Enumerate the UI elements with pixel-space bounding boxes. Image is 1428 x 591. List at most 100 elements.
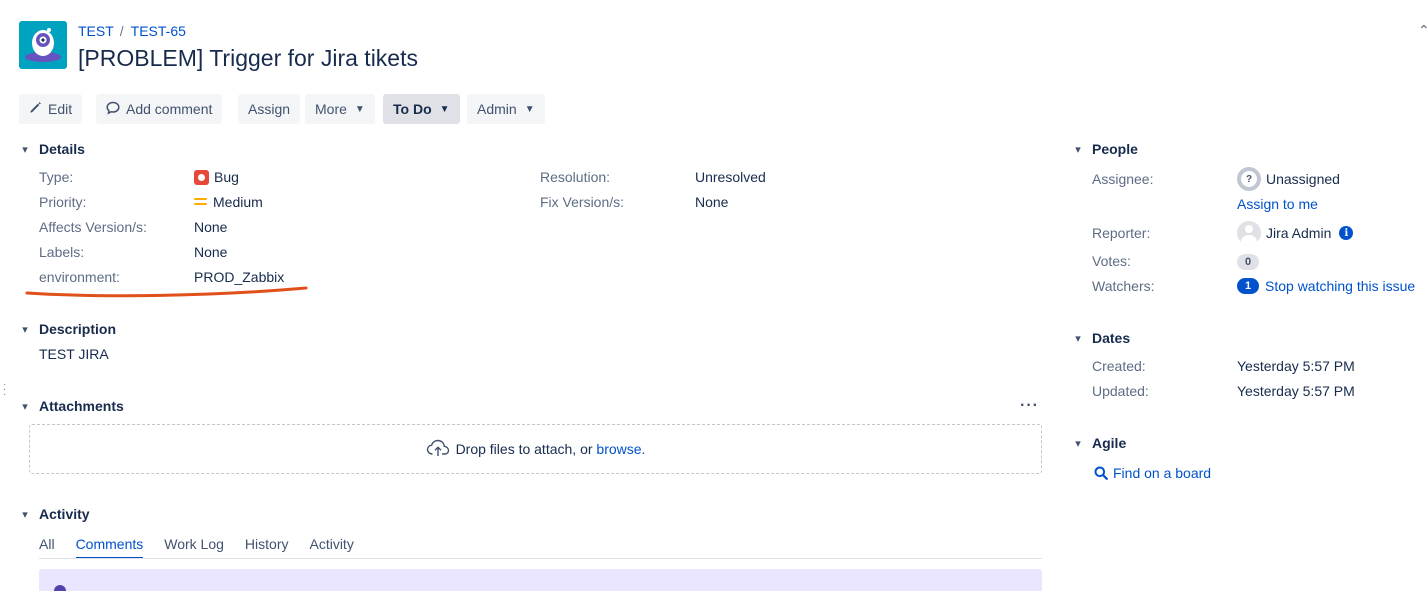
more-button[interactable]: More ▼ xyxy=(305,94,375,124)
updated-label: Updated: xyxy=(1092,383,1149,399)
chevron-down-icon: ▼ xyxy=(524,103,535,115)
affects-version-value: None xyxy=(194,219,228,235)
labels-label: Labels: xyxy=(39,244,85,260)
chevron-down-icon: ▼ xyxy=(439,103,450,115)
edit-button-label: Edit xyxy=(48,101,73,117)
tab-history[interactable]: History xyxy=(245,531,289,559)
votes-label: Votes: xyxy=(1092,253,1131,269)
environment-label: environment: xyxy=(39,269,120,285)
tab-comments[interactable]: Comments xyxy=(75,531,144,559)
created-value: Yesterday 5:57 PM xyxy=(1237,358,1355,374)
comment-icon xyxy=(106,101,120,118)
tabs-divider xyxy=(39,558,1042,559)
description-heading: Description xyxy=(39,321,117,337)
attachments-toggle[interactable]: ▾ Attachments xyxy=(19,398,124,414)
admin-button-label: Admin xyxy=(477,101,517,117)
attachment-dropzone[interactable]: Drop files to attach, or browse. xyxy=(29,424,1042,474)
add-comment-button[interactable]: Add comment xyxy=(96,94,223,124)
description-toggle[interactable]: ▾ Description xyxy=(19,321,116,337)
info-banner-icon xyxy=(54,585,66,591)
tab-all[interactable]: All xyxy=(39,531,55,559)
chevron-down-icon: ▾ xyxy=(1075,332,1081,345)
breadcrumb-issue-key[interactable]: TEST-65 xyxy=(131,23,186,39)
type-value-text: Bug xyxy=(214,169,239,185)
activity-toggle[interactable]: ▾ Activity xyxy=(19,506,90,522)
assignee-label: Assignee: xyxy=(1092,171,1154,187)
breadcrumb-separator: / xyxy=(119,23,124,39)
type-label: Type: xyxy=(39,169,74,185)
bug-icon xyxy=(194,169,209,185)
cloud-upload-icon xyxy=(426,439,450,460)
fix-version-label: Fix Version/s: xyxy=(540,194,625,210)
chevron-down-icon: ▼ xyxy=(354,103,365,115)
priority-medium-icon xyxy=(194,197,207,207)
stop-watching-link[interactable]: Stop watching this issue xyxy=(1265,278,1415,294)
chevron-down-icon: ▾ xyxy=(22,400,28,413)
chevron-down-icon: ▾ xyxy=(1075,437,1081,450)
priority-label: Priority: xyxy=(39,194,87,210)
created-label: Created: xyxy=(1092,358,1146,374)
watchers-badge[interactable]: 1 xyxy=(1237,278,1259,294)
priority-value: Medium xyxy=(194,194,263,210)
add-comment-button-label: Add comment xyxy=(126,101,213,117)
admin-button[interactable]: Admin ▼ xyxy=(467,94,545,124)
details-toggle[interactable]: ▾ Details xyxy=(19,141,85,157)
page-title: [PROBLEM] Trigger for Jira tikets xyxy=(78,45,418,71)
more-button-label: More xyxy=(315,101,347,117)
breadcrumb: TEST / TEST-65 xyxy=(78,23,186,39)
chevron-up-icon[interactable]: ⌃ xyxy=(1418,22,1428,39)
annotation-underline xyxy=(25,286,308,298)
priority-value-text: Medium xyxy=(213,194,263,210)
people-toggle[interactable]: ▾ People xyxy=(1072,141,1138,157)
dates-heading: Dates xyxy=(1092,330,1131,346)
resolution-label: Resolution: xyxy=(540,169,611,185)
chevron-down-icon: ▾ xyxy=(22,508,28,521)
dates-toggle[interactable]: ▾ Dates xyxy=(1072,330,1130,346)
watchers-value: 1 Stop watching this issue xyxy=(1237,278,1415,294)
votes-value[interactable]: 0 xyxy=(1237,254,1265,270)
description-text[interactable]: TEST JIRA xyxy=(39,346,109,362)
activity-heading: Activity xyxy=(39,506,90,522)
chevron-down-icon: ▾ xyxy=(22,143,28,156)
info-banner xyxy=(39,569,1042,591)
project-avatar-icon xyxy=(25,28,61,62)
updated-value: Yesterday 5:57 PM xyxy=(1237,383,1355,399)
votes-badge[interactable]: 0 xyxy=(1237,254,1259,270)
drag-handle-icon[interactable]: · · · xyxy=(3,380,6,400)
status-button[interactable]: To Do ▼ xyxy=(383,94,460,124)
affects-version-label: Affects Version/s: xyxy=(39,219,147,235)
search-icon xyxy=(1094,466,1108,480)
status-button-label: To Do xyxy=(393,101,432,117)
activity-tabs: All Comments Work Log History Activity xyxy=(39,531,375,559)
assignee-value: ? Unassigned xyxy=(1237,167,1340,191)
tab-activity[interactable]: Activity xyxy=(309,531,353,559)
avatar xyxy=(1237,221,1261,245)
chevron-down-icon: ▾ xyxy=(1075,143,1081,156)
find-on-board-label: Find on a board xyxy=(1113,465,1212,481)
reporter-label: Reporter: xyxy=(1092,225,1151,241)
info-icon[interactable]: i xyxy=(1339,226,1354,240)
assignee-value-text: Unassigned xyxy=(1266,171,1340,187)
breadcrumb-project[interactable]: TEST xyxy=(78,23,114,39)
agile-toggle[interactable]: ▾ Agile xyxy=(1072,435,1126,451)
environment-value: PROD_Zabbix xyxy=(194,269,285,285)
fix-version-value: None xyxy=(695,194,729,210)
dropzone-text: Drop files to attach, or xyxy=(455,441,593,457)
reporter-value: Jira Admin i xyxy=(1237,221,1354,245)
browse-link[interactable]: browse. xyxy=(596,441,645,457)
more-icon[interactable]: ··· xyxy=(1020,397,1039,415)
assign-button-label: Assign xyxy=(248,101,291,117)
edit-button[interactable]: Edit xyxy=(19,94,83,124)
chevron-down-icon: ▾ xyxy=(22,323,28,336)
details-heading: Details xyxy=(39,141,85,157)
find-on-board-link[interactable]: Find on a board xyxy=(1094,465,1211,481)
assign-button[interactable]: Assign xyxy=(238,94,301,124)
pencil-icon xyxy=(29,101,42,117)
tab-work-log[interactable]: Work Log xyxy=(164,531,224,559)
project-avatar[interactable] xyxy=(19,21,67,69)
resolution-value: Unresolved xyxy=(695,169,766,185)
unassigned-avatar-icon: ? xyxy=(1237,167,1261,191)
watchers-label: Watchers: xyxy=(1092,278,1155,294)
people-heading: People xyxy=(1092,141,1138,157)
assign-to-me-link[interactable]: Assign to me xyxy=(1237,196,1318,212)
